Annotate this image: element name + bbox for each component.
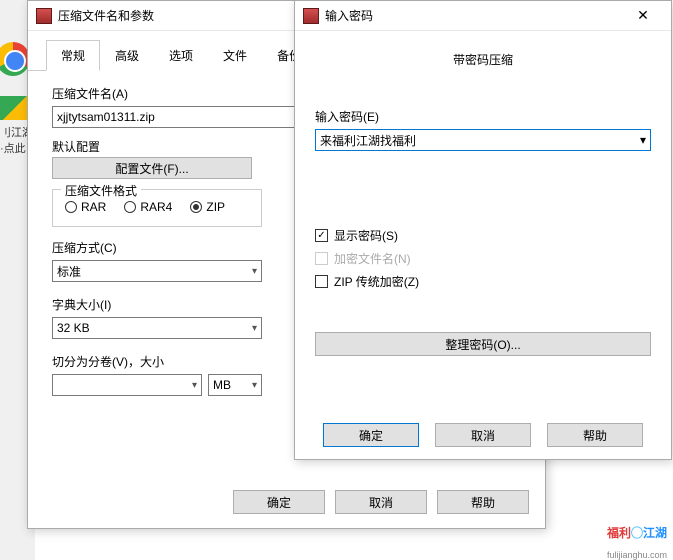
help-button[interactable]: 帮助 [547,423,643,447]
chevron-down-icon: ▾ [252,323,257,334]
split-unit-select[interactable]: MB▾ [208,374,262,396]
desktop-label: ·点此 [0,140,26,156]
radio-rar[interactable]: RAR [65,200,106,214]
ok-button[interactable]: 确定 [233,490,325,514]
cancel-button[interactable]: 取消 [335,490,427,514]
password-label: 输入密码(E) [315,108,651,125]
help-button[interactable]: 帮助 [437,490,529,514]
chevron-down-icon: ▾ [252,380,257,391]
chevron-down-icon: ▾ [192,380,197,391]
watermark: 福利◯江湖 [607,521,667,542]
default-config-label: 默认配置 [52,138,100,155]
ok-button[interactable]: 确定 [323,423,419,447]
organize-passwords-button[interactable]: 整理密码(O)... [315,332,651,356]
chevron-down-icon: ▾ [252,266,257,277]
method-select[interactable]: 标准▾ [52,260,262,282]
radio-zip[interactable]: ZIP [190,200,225,214]
window-body: 带密码压缩 输入密码(E) 来福利江湖找福利 ▾ ✓显示密码(S) 加密文件名(… [295,31,671,370]
dialog-footer: 确定 取消 帮助 [233,490,529,514]
maps-icon[interactable] [0,96,30,120]
tab-files[interactable]: 文件 [208,40,262,71]
titlebar[interactable]: 输入密码 ✕ [295,1,671,31]
close-icon[interactable]: ✕ [623,2,663,30]
chevron-down-icon: ▾ [640,133,646,147]
winrar-icon [36,8,52,24]
watermark-url: fulijianghu.com [607,550,667,560]
profile-button[interactable]: 配置文件(F)... [52,157,252,179]
tab-options[interactable]: 选项 [154,40,208,71]
zip-legacy-checkbox[interactable]: ZIP 传统加密(Z) [315,273,651,290]
tab-advanced[interactable]: 高级 [100,40,154,71]
password-input[interactable]: 来福利江湖找福利 ▾ [315,129,651,151]
split-size-select[interactable]: ▾ [52,374,202,396]
winrar-icon [303,8,319,24]
show-password-checkbox[interactable]: ✓显示密码(S) [315,227,651,244]
encrypt-names-checkbox: 加密文件名(N) [315,250,651,267]
radio-rar4[interactable]: RAR4 [124,200,172,214]
password-window: 输入密码 ✕ 带密码压缩 输入密码(E) 来福利江湖找福利 ▾ ✓显示密码(S)… [294,0,672,460]
dialog-footer: 确定 取消 帮助 [295,423,671,447]
dict-select[interactable]: 32 KB▾ [52,317,262,339]
tab-general[interactable]: 常规 [46,40,100,71]
cancel-button[interactable]: 取消 [435,423,531,447]
subtitle: 带密码压缩 [315,51,651,68]
format-group-title: 压缩文件格式 [61,182,141,199]
format-group: 压缩文件格式 RAR RAR4 ZIP [52,189,262,227]
window-title: 输入密码 [325,7,623,24]
